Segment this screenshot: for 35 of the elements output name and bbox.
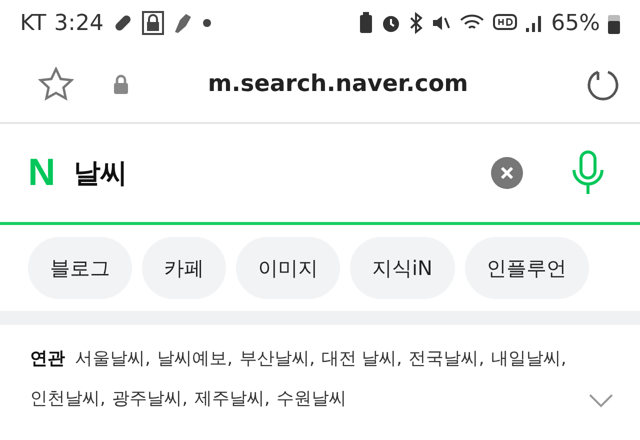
- related-link[interactable]: 광주날씨,: [112, 389, 188, 409]
- mute-icon: [431, 13, 452, 33]
- battery-saver-icon: [359, 12, 374, 34]
- category-tab[interactable]: 블로그: [28, 237, 132, 299]
- related-link[interactable]: 인천날씨,: [30, 389, 106, 409]
- related-link[interactable]: 날씨예보,: [157, 349, 232, 369]
- category-tab[interactable]: 카페: [142, 237, 226, 299]
- category-tab[interactable]: 이미지: [236, 237, 340, 299]
- related-link[interactable]: 전국날씨,: [408, 349, 484, 369]
- related-link[interactable]: 내일날씨,: [490, 349, 566, 369]
- related-link[interactable]: 서울날씨,: [75, 349, 150, 369]
- related-link[interactable]: 부산날씨,: [239, 349, 314, 369]
- clear-icon[interactable]: [490, 156, 524, 190]
- signal-icon: [525, 13, 544, 33]
- lock-icon: [142, 11, 164, 35]
- star-icon[interactable]: [38, 67, 74, 101]
- related-link[interactable]: 제주날씨,: [194, 389, 270, 409]
- carrier-text: KT: [20, 10, 46, 36]
- category-tab[interactable]: 인플루언: [464, 237, 589, 299]
- related-link[interactable]: 대전 날씨,: [321, 349, 402, 369]
- related-link[interactable]: 수원날씨: [276, 389, 346, 409]
- lock-icon: [112, 73, 130, 95]
- bluetooth-icon: [409, 12, 424, 34]
- search-field[interactable]: 날씨: [73, 158, 472, 188]
- microphone-icon[interactable]: [570, 150, 606, 196]
- battery-icon: [608, 12, 620, 34]
- battery-percent: 65%: [551, 10, 600, 36]
- time-text: 3:24: [54, 10, 104, 36]
- category-tab[interactable]: 지식iN: [350, 237, 455, 299]
- dot-icon: [202, 18, 212, 28]
- chevron-down-icon[interactable]: [588, 393, 614, 409]
- alarm-icon: [381, 13, 402, 33]
- url-text[interactable]: m.search.naver.com: [130, 71, 546, 97]
- related-searches: 연관 서울날씨, 날씨예보, 부산날씨, 대전 날씨, 전국날씨, 내일날씨, 인천날씨, 광주날씨, 제주날씨, 수원날씨: [30, 348, 567, 411]
- hd-icon: [493, 13, 518, 33]
